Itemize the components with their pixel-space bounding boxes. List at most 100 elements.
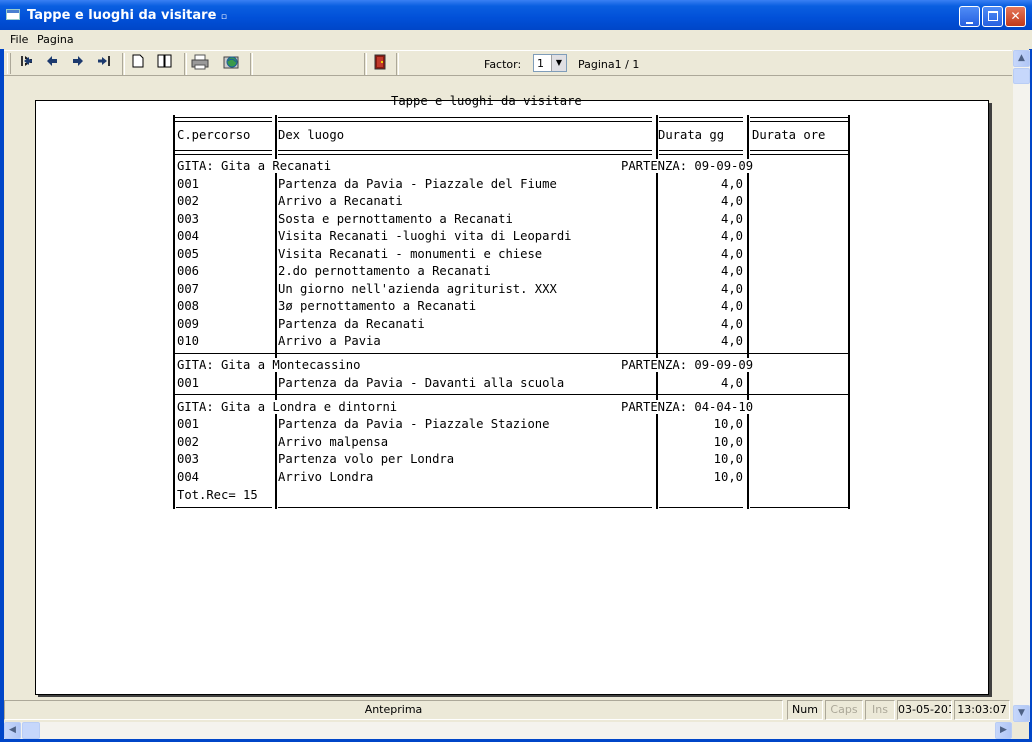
row-duration-days: 10,0 — [713, 434, 743, 449]
header-rule — [278, 117, 652, 118]
exit-door-icon[interactable] — [370, 54, 390, 72]
horizontal-scroll-thumb[interactable] — [22, 722, 40, 739]
header-rule — [750, 121, 848, 122]
scroll-down-button[interactable]: ▼ — [1013, 705, 1030, 722]
prev-page-icon[interactable] — [42, 54, 62, 72]
toolbar-separator — [122, 53, 125, 75]
row-code: 004 — [177, 469, 200, 484]
next-page-icon[interactable] — [68, 54, 88, 72]
row-code: 001 — [177, 417, 200, 431]
toolbar-grip[interactable] — [7, 53, 11, 74]
last-page-icon[interactable] — [94, 54, 114, 72]
toolbar-separator — [250, 53, 253, 75]
close-button[interactable]: ✕ — [1005, 6, 1026, 27]
group-header: GITA: Gita a Londra e dintorni — [177, 399, 400, 414]
row-duration-days: 4,0 — [720, 246, 743, 261]
factor-select[interactable]: 1 ▼ — [533, 54, 567, 72]
print-icon[interactable] — [190, 54, 210, 72]
row-code: 008 — [177, 299, 200, 313]
row-code: 001 — [177, 176, 200, 191]
scroll-up-button[interactable]: ▲ — [1013, 50, 1030, 67]
total-records: Tot.Rec= 15 — [177, 488, 258, 502]
first-page-icon[interactable] — [17, 54, 37, 72]
row-place: Partenza da Recanati — [278, 316, 425, 331]
group-separator — [173, 352, 850, 354]
row-place: Arrivo malpensa — [278, 434, 389, 449]
row-place: Sosta e pernottamento a Recanati — [278, 211, 513, 226]
row-code: 010 — [177, 334, 200, 348]
row-duration-days: 4,0 — [720, 229, 743, 243]
row-code: 003 — [177, 452, 200, 466]
header-rule — [750, 154, 848, 155]
status-bar: Anteprima Num Caps Ins 03-05-2016 13:03:… — [4, 698, 1012, 722]
toolbar: Factor: 1 ▼ Pagina1 / 1 — [4, 50, 1012, 76]
row-duration-days: 10,0 — [713, 469, 743, 484]
row-place: Partenza da Pavia - Piazzale Stazione — [278, 417, 550, 431]
column-header: C.percorso — [177, 128, 251, 142]
row-code: 007 — [177, 281, 200, 296]
report-page: Tappe e luoghi da visitare C.percorso Dex … — [35, 94, 989, 695]
row-code: 001 — [177, 375, 200, 390]
table-vertical-rule — [747, 115, 749, 509]
vertical-scroll-thumb[interactable] — [1013, 68, 1030, 84]
app-window-icon[interactable] — [6, 9, 20, 20]
horizontal-scrollbar[interactable]: ◀ ▶ — [4, 722, 1012, 739]
toolbar-separator — [364, 53, 367, 75]
restore-button[interactable] — [982, 6, 1003, 27]
row-duration-days: 4,0 — [720, 194, 743, 208]
table-vertical-rule — [275, 115, 277, 509]
title-bar[interactable]: Tappe e luoghi da visitare ▫ ✕ — [0, 0, 1032, 30]
header-rule — [659, 150, 743, 151]
chevron-down-icon[interactable]: ▼ — [551, 55, 566, 71]
vertical-scrollbar[interactable]: ▲ ▼ — [1012, 50, 1030, 722]
row-duration-days: 4,0 — [720, 264, 743, 278]
status-mode: Anteprima — [4, 700, 783, 720]
row-code: 006 — [177, 264, 200, 278]
header-rule — [278, 154, 652, 155]
chevron-left-icon: ◀ — [9, 725, 16, 735]
header-rule — [173, 121, 272, 122]
menu-file[interactable]: File — [10, 33, 28, 46]
column-header: Durata gg — [658, 128, 725, 142]
group-partenza: PARTENZA: 09-09-09 — [621, 358, 754, 372]
table-vertical-rule — [848, 115, 850, 509]
row-duration-days: 4,0 — [720, 375, 743, 390]
header-rule — [659, 117, 743, 118]
row-code: 009 — [177, 316, 200, 331]
status-num: Num — [787, 700, 823, 720]
status-caps: Caps — [825, 700, 863, 720]
scroll-right-button[interactable]: ▶ — [995, 722, 1012, 739]
single-page-icon[interactable] — [128, 54, 148, 72]
row-place: Partenza da Pavia - Piazzale del Fiume — [278, 176, 557, 191]
table-vertical-rule — [173, 115, 175, 509]
size-grip[interactable] — [1012, 722, 1029, 739]
header-rule — [750, 150, 848, 151]
row-duration-days: 10,0 — [713, 417, 743, 431]
menu-pagina[interactable]: Pagina — [37, 33, 74, 46]
row-place: Arrivo a Recanati — [278, 194, 403, 208]
group-separator — [173, 394, 850, 395]
row-place: Visita Recanati -luoghi vita di Leopardi — [278, 229, 572, 243]
group-partenza: PARTENZA: 04-04-10 — [621, 399, 754, 414]
scroll-left-button[interactable]: ◀ — [4, 722, 21, 739]
group-partenza: PARTENZA: 09-09-09 — [621, 159, 754, 173]
group-header: GITA: Gita a Recanati — [177, 159, 334, 173]
table-vertical-rule — [656, 115, 658, 509]
row-duration-days: 4,0 — [720, 176, 743, 191]
row-duration-days: 4,0 — [720, 299, 743, 313]
close-icon: ✕ — [1010, 9, 1021, 23]
toolbar-separator — [396, 53, 399, 75]
footer-rule — [659, 507, 743, 508]
window-title: Tappe e luoghi da visitare ▫ — [27, 8, 228, 23]
row-place: Partenza da Pavia - Davanti alla scuola — [278, 375, 565, 390]
row-duration-days: 4,0 — [720, 211, 743, 226]
export-icon[interactable] — [222, 54, 242, 72]
row-code: 002 — [177, 194, 200, 208]
header-rule — [278, 121, 652, 122]
two-pages-icon[interactable] — [155, 54, 175, 72]
print-preview-area[interactable]: Tappe e luoghi da visitare C.percorso Dex … — [4, 76, 1012, 697]
row-place: Partenza volo per Londra — [278, 452, 455, 466]
row-place: Un giorno nell'azienda agriturist. XXX — [278, 281, 557, 296]
minimize-button[interactable] — [959, 6, 980, 27]
footer-rule — [176, 507, 272, 508]
